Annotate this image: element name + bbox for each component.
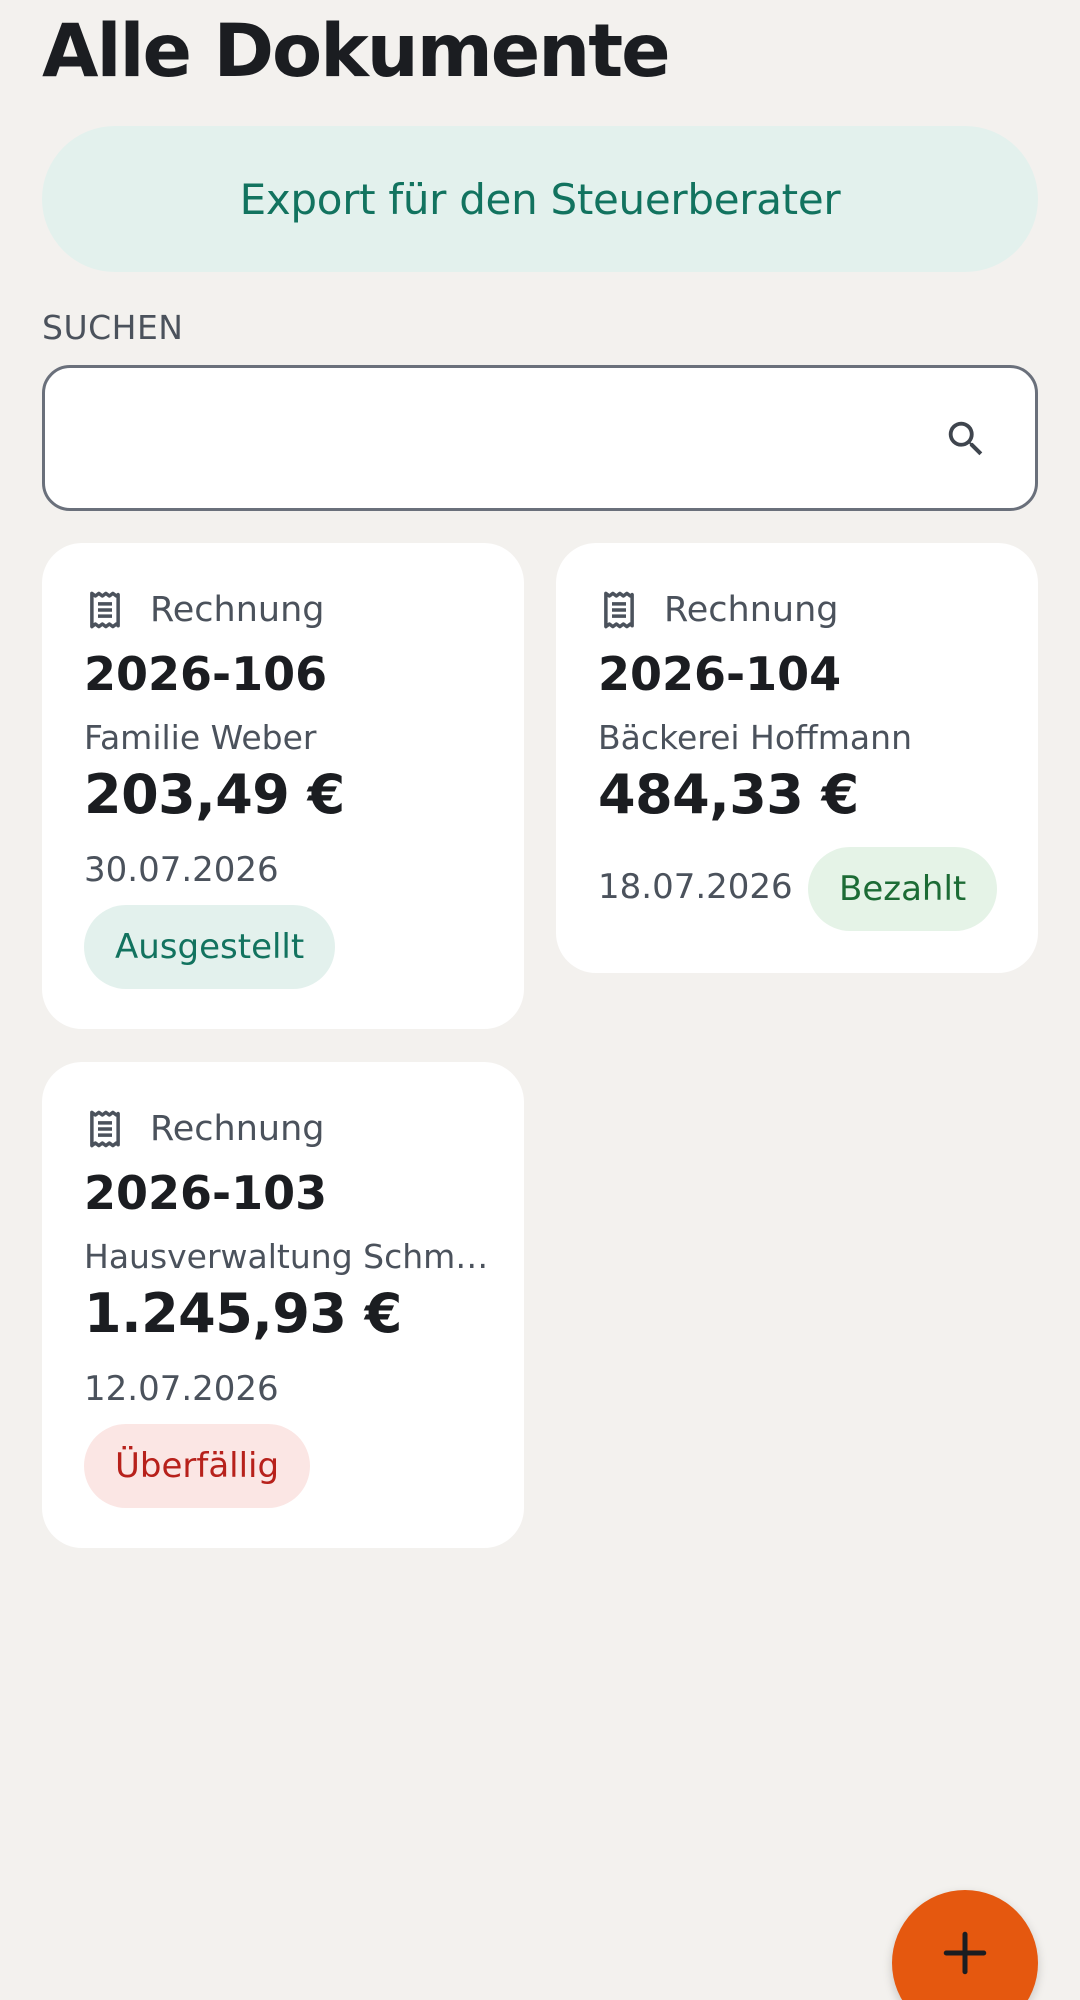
status-badge: Ausgestellt (84, 905, 336, 989)
invoice-date: 12.07.2026 (84, 1369, 279, 1409)
customer-name: Familie Weber (84, 718, 317, 757)
customer-name: Hausverwaltung Schm… (84, 1237, 489, 1276)
document-type: Rechnung (664, 590, 839, 630)
customer-name: Bäckerei Hoffmann (598, 718, 912, 757)
search-field[interactable] (42, 365, 1038, 511)
invoice-number: 2026-106 (84, 647, 328, 701)
invoice-amount: 1.245,93 € (84, 1282, 402, 1345)
document-card[interactable]: Rechnung 2026-106 Familie Weber 203,49 €… (42, 543, 524, 1029)
invoice-date: 18.07.2026 (598, 867, 793, 907)
invoice-date: 30.07.2026 (84, 850, 279, 890)
invoice-amount: 484,33 € (598, 763, 859, 826)
page-title: Alle Dokumente (42, 9, 671, 94)
invoice-number: 2026-103 (84, 1166, 328, 1220)
status-badge: Bezahlt (808, 847, 998, 931)
plus-icon (943, 1931, 987, 1975)
document-type-row: Rechnung (598, 587, 838, 633)
receipt-icon (90, 1110, 120, 1148)
document-card[interactable]: Rechnung 2026-104 Bäckerei Hoffmann 484,… (556, 543, 1038, 973)
page: Alle Dokumente Export für den Steuerbera… (0, 0, 1080, 2000)
receipt-icon (604, 591, 634, 629)
add-document-button[interactable] (892, 1890, 1038, 2000)
document-type: Rechnung (150, 1109, 325, 1149)
invoice-amount: 203,49 € (84, 763, 345, 826)
document-type: Rechnung (150, 590, 325, 630)
document-type-row: Rechnung (84, 587, 324, 633)
export-tax-advisor-button[interactable]: Export für den Steuerberater (42, 126, 1038, 272)
status-badge: Überfällig (84, 1424, 311, 1508)
invoice-number: 2026-104 (598, 647, 842, 701)
document-card[interactable]: Rechnung 2026-103 Hausverwaltung Schm… 1… (42, 1062, 524, 1548)
receipt-icon (90, 591, 120, 629)
search-icon[interactable] (943, 416, 989, 462)
search-input[interactable] (75, 398, 935, 478)
search-label: SUCHEN (42, 308, 184, 347)
document-type-row: Rechnung (84, 1106, 324, 1152)
